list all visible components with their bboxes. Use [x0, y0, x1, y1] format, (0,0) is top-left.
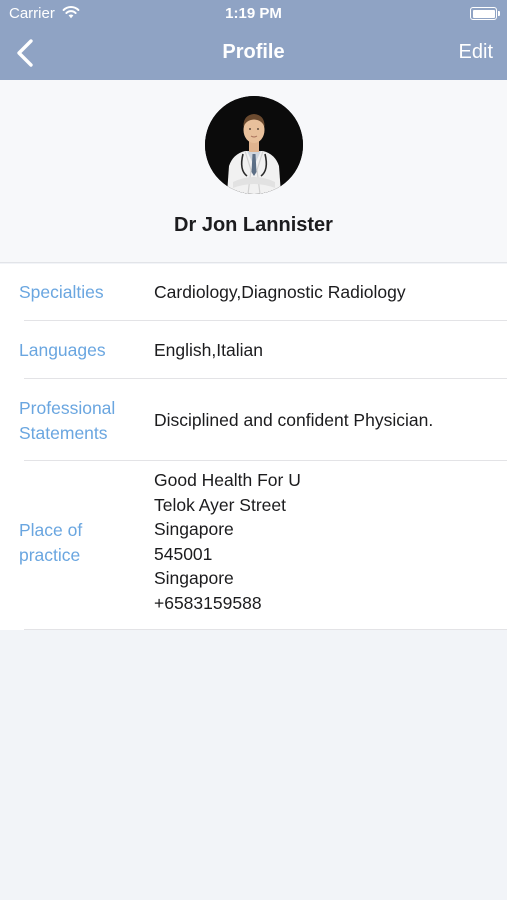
chevron-left-icon — [17, 39, 33, 67]
profile-details-table: Specialties Cardiology,Diagnostic Radiol… — [0, 264, 507, 630]
specialties-label: Specialties — [19, 282, 104, 302]
doctor-name: Dr Jon Lannister — [174, 214, 333, 236]
status-bar: Carrier 1:19 PM — [0, 0, 507, 28]
statements-label: Professional Statements — [19, 396, 149, 446]
specialties-row: Specialties Cardiology,Diagnostic Radiol… — [0, 264, 507, 321]
edit-button[interactable]: Edit — [459, 41, 493, 64]
languages-row: Languages English,Italian — [0, 321, 507, 379]
languages-value: English,Italian — [154, 340, 263, 360]
doctor-portrait-image — [205, 96, 303, 194]
clock: 1:19 PM — [225, 5, 282, 22]
statements-label-line: Professional — [19, 398, 116, 418]
page-title: Profile — [222, 41, 285, 63]
profile-header: Dr Jon Lannister — [0, 80, 507, 263]
row-divider — [24, 629, 507, 630]
navigation-bar: Profile Edit — [0, 28, 507, 80]
place-street: Telok Ayer Street — [154, 494, 286, 515]
back-button[interactable] — [8, 36, 44, 72]
battery-icon — [470, 7, 500, 20]
top-bar: Carrier 1:19 PM Profile Edit — [0, 0, 507, 80]
specialties-value: Cardiology,Diagnostic Radiology — [154, 282, 406, 302]
languages-label: Languages — [19, 340, 106, 360]
profile-screen: Carrier 1:19 PM Profile Edit Dr Jon Lann… — [0, 0, 507, 900]
place-value: Good Health For U Telok Ayer Street Sing… — [154, 468, 499, 615]
place-phone: +6583159588 — [154, 592, 262, 613]
place-of-practice-row: Place of practice Good Health For U Telo… — [0, 461, 507, 630]
statements-value: Disciplined and confident Physician. — [154, 410, 434, 430]
avatar[interactable] — [205, 96, 303, 194]
statements-row: Professional Statements Disciplined and … — [0, 379, 507, 461]
place-label-line: practice — [19, 545, 81, 565]
statements-label-line: Statements — [19, 423, 108, 443]
place-country: Singapore — [154, 568, 234, 588]
place-clinic-name: Good Health For U — [154, 470, 301, 490]
place-label: Place of practice — [19, 518, 149, 568]
place-postal-code: 545001 — [154, 543, 213, 564]
place-label-line: Place of — [19, 520, 83, 540]
place-city: Singapore — [154, 519, 234, 539]
